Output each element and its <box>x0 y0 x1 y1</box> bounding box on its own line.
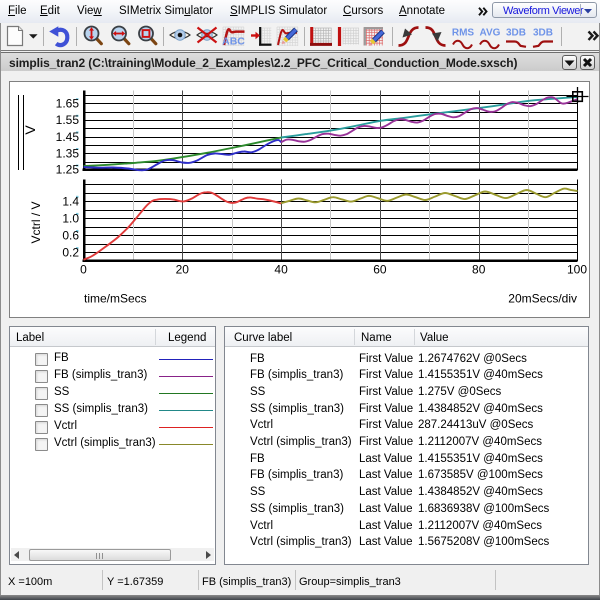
svg-text:0.2: 0.2 <box>62 246 79 260</box>
svg-text:60: 60 <box>373 263 387 277</box>
svg-text:1.25: 1.25 <box>56 163 80 177</box>
svg-text:time/mSecs: time/mSecs <box>84 292 147 306</box>
svg-text:1.55: 1.55 <box>56 113 80 127</box>
svg-text:1.4: 1.4 <box>62 194 79 208</box>
svg-text:1.65: 1.65 <box>56 97 80 111</box>
svg-text:1.0: 1.0 <box>62 211 79 225</box>
svg-text:V: V <box>22 125 38 135</box>
svg-text:0: 0 <box>80 263 87 277</box>
svg-text:20mSecs/div: 20mSecs/div <box>508 292 577 306</box>
svg-text:100: 100 <box>567 263 587 277</box>
svg-text:20: 20 <box>176 263 190 277</box>
svg-text:Vctrl / V: Vctrl / V <box>29 201 43 243</box>
svg-text:1.45: 1.45 <box>56 130 80 144</box>
svg-text:1.35: 1.35 <box>56 146 80 160</box>
svg-text:40: 40 <box>274 263 288 277</box>
svg-text:80: 80 <box>472 263 486 277</box>
svg-text:0.6: 0.6 <box>62 229 79 243</box>
